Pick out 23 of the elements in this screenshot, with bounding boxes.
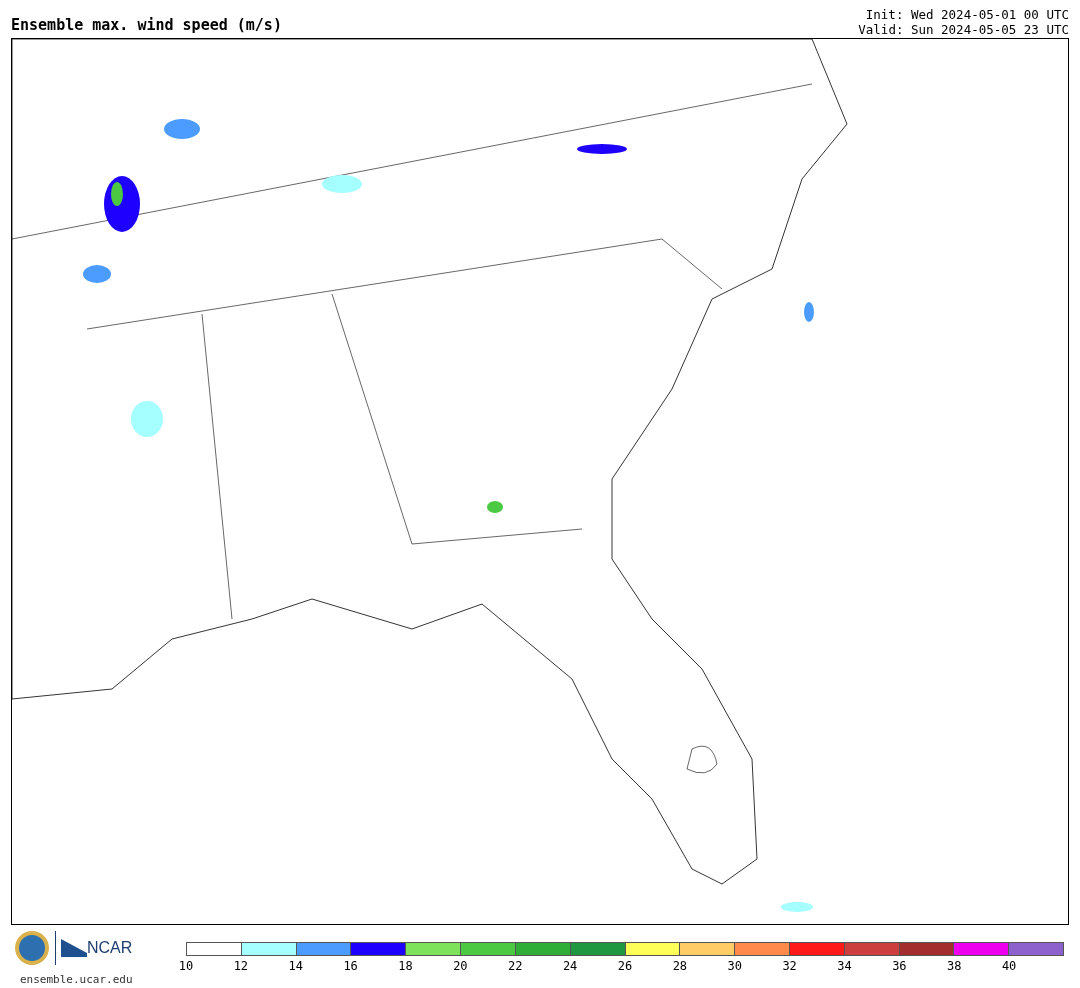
- colorbar-tick-label: 26: [617, 960, 633, 972]
- colorbar-tick-label: 20: [453, 960, 468, 972]
- colorbar-tick-label: 32: [782, 960, 797, 972]
- colorbar-tick-label: 12: [233, 960, 249, 972]
- colorbar-tick-label: 10: [178, 960, 194, 972]
- colorbar-tick-label: 22: [508, 960, 523, 972]
- colorbar-tick-label: 14: [288, 960, 303, 972]
- colorbar-tick-label: 18: [398, 960, 413, 972]
- colorbar-tick-label: 24: [562, 960, 578, 972]
- chart-title: Ensemble max. wind speed (m/s): [11, 18, 282, 36]
- init-time: Init: Wed 2024-05-01 00 UTC: [865, 7, 1069, 22]
- valid-time: Valid: Sun 2024-05-05 23 UTC: [858, 22, 1069, 37]
- colorbar-tick-label: 36: [892, 960, 907, 972]
- colorbar-tick-label: 30: [727, 960, 742, 972]
- colorbar-tick-label: 16: [343, 960, 358, 972]
- colorbar-tick-label: 34: [837, 960, 852, 972]
- colorbar-tick-label: 28: [672, 960, 688, 972]
- ncar-logo-text: NCAR: [87, 940, 133, 956]
- nsf-logo-icon: [14, 930, 50, 966]
- ncar-logo-icon: [61, 939, 87, 957]
- colorbar-tick-label: 40: [1001, 960, 1017, 972]
- colorbar-tick-label: 38: [947, 960, 962, 972]
- website-url: ensemble.ucar.edu: [19, 972, 134, 988]
